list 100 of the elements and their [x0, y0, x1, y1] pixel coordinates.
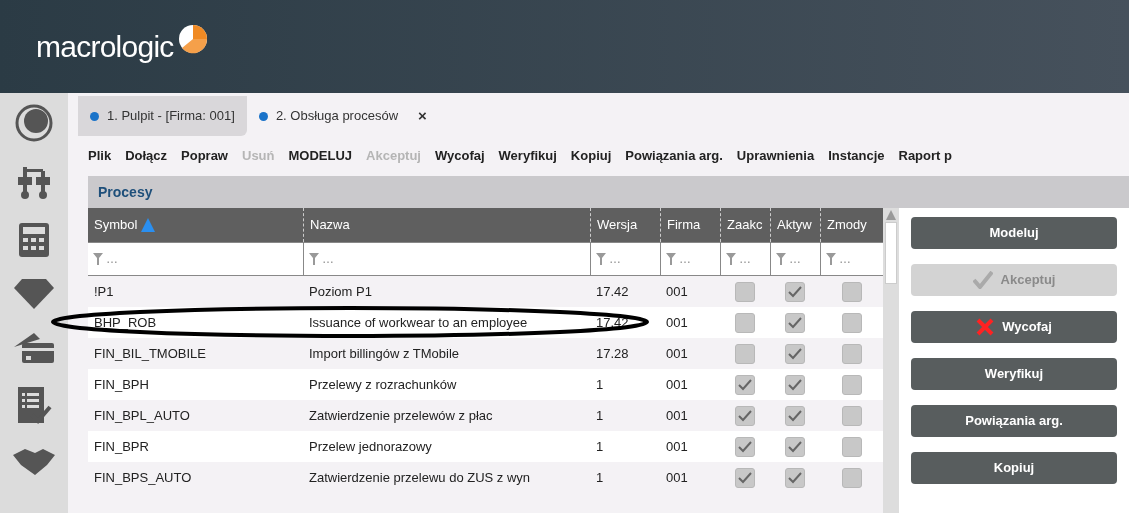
- table-cell: FIN_BPH: [94, 376, 149, 392]
- checkbox[interactable]: [841, 374, 862, 395]
- action-button[interactable]: Modeluj: [911, 217, 1117, 249]
- logo-icon: [177, 23, 208, 54]
- table-cell: Zatwierdzenie przelewów z płac: [309, 407, 493, 423]
- check-icon: [972, 271, 993, 289]
- table-cell: 1: [596, 376, 604, 392]
- table-cell: BHP_ROB: [94, 314, 157, 330]
- filter-icon: [726, 253, 736, 265]
- checkbox[interactable]: [735, 312, 755, 333]
- tab-label[interactable]: 2. Obsługa procesów: [275, 106, 398, 126]
- close-button[interactable]: ×: [418, 104, 427, 128]
- checkbox[interactable]: [735, 281, 755, 302]
- table-cell: 001: [666, 376, 688, 392]
- table-cell: 1: [596, 438, 604, 454]
- menu-item[interactable]: Wycofaj: [434, 146, 485, 166]
- credit-card-icon[interactable]: [12, 331, 56, 365]
- column-header[interactable]: Aktyw: [777, 215, 812, 235]
- calculator-icon[interactable]: [19, 223, 49, 257]
- tab[interactable]: 1. Pulpit - [Firma: 001]: [78, 96, 247, 136]
- filter-icon: [93, 253, 103, 265]
- scrollbar[interactable]: [883, 208, 899, 513]
- checkbox[interactable]: [785, 467, 805, 488]
- checkbox[interactable]: [841, 312, 862, 333]
- column-header[interactable]: Symbol: [94, 215, 138, 235]
- table-cell: Issuance of workwear to an employee: [309, 314, 528, 330]
- scroll-thumb[interactable]: [885, 222, 897, 284]
- table-cell: 001: [666, 314, 688, 330]
- table-cell: Poziom P1: [309, 283, 372, 299]
- table-cell: FIN_BPR: [94, 438, 149, 454]
- column-header[interactable]: Zaakc: [727, 215, 763, 235]
- column-header[interactable]: Wersja: [597, 215, 638, 235]
- checkbox[interactable]: [841, 343, 862, 364]
- checkbox[interactable]: [841, 405, 862, 426]
- checkbox[interactable]: [785, 343, 805, 364]
- filter-field[interactable]: …: [590, 243, 660, 275]
- table-cell: 001: [666, 438, 688, 454]
- checkbox[interactable]: [841, 467, 862, 488]
- table-cell: Przelew jednorazowy: [309, 438, 432, 454]
- menu-item[interactable]: Powiązania arg.: [625, 146, 723, 166]
- table-cell: FIN_BPS_AUTO: [94, 469, 192, 485]
- table-cell: Zatwierdzenie przelewu do ZUS z wyn: [309, 469, 531, 485]
- checkbox[interactable]: [785, 374, 805, 395]
- checkbox[interactable]: [735, 405, 755, 426]
- checkbox[interactable]: [735, 436, 755, 457]
- column-header[interactable]: Nazwa: [310, 215, 350, 235]
- checklist-icon[interactable]: [16, 387, 52, 425]
- table-cell: 1: [596, 469, 604, 485]
- table-cell: FIN_BPL_AUTO: [94, 407, 190, 423]
- flowchart-icon[interactable]: [16, 165, 52, 201]
- table-cell: 1: [596, 407, 604, 423]
- table-cell: FIN_BIL_TMOBILE: [94, 345, 206, 361]
- table-cell: 001: [666, 407, 688, 423]
- logo-text: macrologic: [36, 29, 174, 65]
- table-cell: !P1: [94, 283, 114, 299]
- menu-item[interactable]: Instancje: [828, 146, 885, 166]
- checkbox[interactable]: [785, 281, 805, 302]
- menu-item[interactable]: Popraw: [181, 146, 228, 166]
- column-header[interactable]: Zmody: [827, 215, 867, 235]
- menu-item[interactable]: Plik: [88, 146, 112, 166]
- checkbox[interactable]: [785, 312, 805, 333]
- filter-icon: [309, 253, 319, 265]
- filter-icon: [596, 253, 606, 265]
- handshake-icon[interactable]: [13, 447, 55, 475]
- filter-field[interactable]: …: [660, 243, 720, 275]
- circles-icon[interactable]: [14, 103, 54, 143]
- table-cell: 17.28: [596, 345, 629, 361]
- action-button[interactable]: Kopiuj: [911, 452, 1117, 484]
- filter-icon: [776, 253, 786, 265]
- panel-title: Procesy: [98, 182, 153, 202]
- checkbox[interactable]: [735, 374, 755, 395]
- table-cell: Przelewy z rozrachunków: [309, 376, 457, 392]
- filter-icon: [666, 253, 676, 265]
- action-button[interactable]: Weryfikuj: [911, 358, 1117, 390]
- filter-field[interactable]: …: [770, 243, 820, 275]
- filter-field[interactable]: …: [88, 243, 303, 275]
- table-cell: Import billingów z TMobile: [309, 345, 460, 361]
- menu-item[interactable]: Weryfikuj: [498, 146, 557, 166]
- menu-item[interactable]: MODELUJ: [288, 146, 353, 166]
- checkbox[interactable]: [785, 405, 805, 426]
- diamond-icon[interactable]: [14, 279, 54, 309]
- menu-item[interactable]: Raport p: [898, 146, 952, 166]
- action-button[interactable]: Wycofaj: [911, 311, 1117, 343]
- checkbox[interactable]: [841, 281, 862, 302]
- filter-field[interactable]: …: [720, 243, 770, 275]
- checkbox[interactable]: [735, 467, 755, 488]
- filter-field[interactable]: …: [303, 243, 590, 275]
- table-cell: 001: [666, 345, 688, 361]
- action-button[interactable]: Powiązania arg.: [911, 405, 1117, 437]
- column-header[interactable]: Firma: [667, 215, 701, 235]
- table-cell: 001: [666, 283, 688, 299]
- menu-item[interactable]: Uprawnienia: [736, 146, 815, 166]
- filter-icon: [826, 253, 836, 265]
- checkbox[interactable]: [785, 436, 805, 457]
- table-cell: 001: [666, 469, 688, 485]
- menu-item[interactable]: Dołącz: [125, 146, 168, 166]
- table-cell: 17.42: [596, 283, 629, 299]
- checkbox[interactable]: [841, 436, 862, 457]
- checkbox[interactable]: [735, 343, 755, 364]
- menu-item[interactable]: Kopiuj: [570, 146, 612, 166]
